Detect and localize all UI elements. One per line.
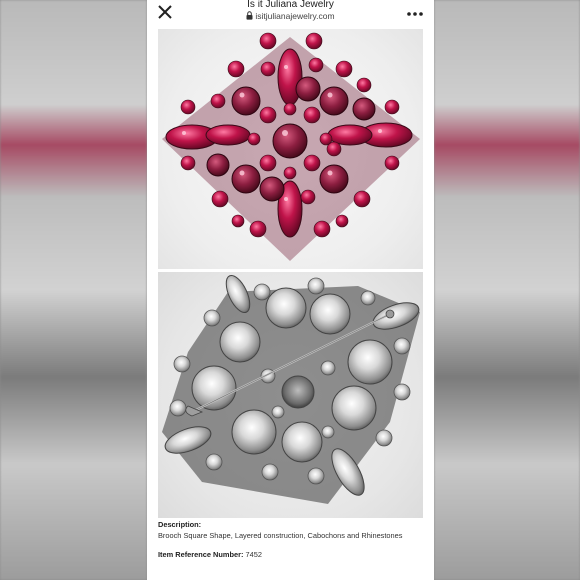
brooch-front-illustration: [162, 32, 420, 261]
url-bar[interactable]: isitjulianajewelry.com: [207, 11, 374, 21]
blurred-background-right: [434, 0, 580, 580]
lock-icon: [246, 11, 253, 20]
close-icon: [158, 5, 172, 19]
reference-value: 7452: [245, 550, 262, 559]
blurred-background-left: [0, 0, 147, 580]
reference-label: Item Reference Number:: [158, 550, 244, 559]
description-label: Description:: [158, 520, 202, 529]
brooch-back-illustration: [162, 274, 420, 504]
url-text: isitjulianajewelry.com: [255, 11, 335, 21]
page-title: Is it Juliana Jewelry: [247, 0, 334, 10]
phone-screen: Is it Juliana Jewelry isitjulianajewelry…: [147, 0, 434, 580]
brooch-front-photo: [158, 29, 423, 269]
more-menu-button[interactable]: [406, 6, 424, 16]
close-button[interactable]: [156, 3, 174, 21]
brooch-back-photo: [158, 272, 423, 518]
product-description: Description: Brooch Square Shape, Layere…: [158, 520, 423, 561]
more-horizontal-icon: [407, 12, 423, 16]
reference-row: Item Reference Number: 7452: [158, 550, 423, 561]
browser-top-bar: Is it Juliana Jewelry isitjulianajewelry…: [147, 0, 434, 27]
description-text: Brooch Square Shape, Layered constructio…: [158, 530, 403, 540]
